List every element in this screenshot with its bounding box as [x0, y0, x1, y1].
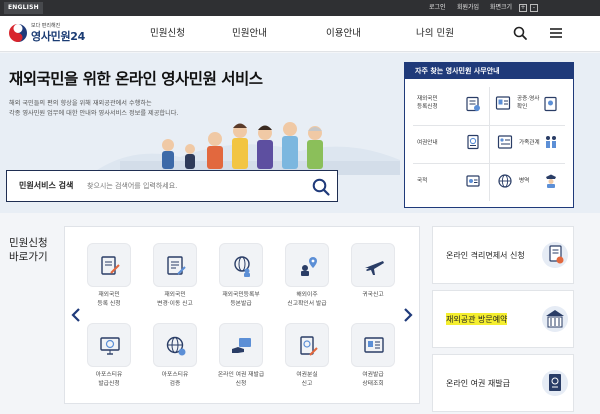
section-title-line: 민원신청	[9, 237, 48, 249]
family-illustration	[90, 122, 400, 175]
map-pin-person-icon	[301, 257, 317, 276]
quick-item-label: 여권안내	[417, 140, 438, 146]
divider	[489, 87, 490, 201]
shortcut-section-title: 민원신청 바로가기	[9, 236, 48, 264]
quick-item-nationality[interactable]: 국적	[417, 177, 427, 185]
search-submit-icon[interactable]	[311, 177, 331, 197]
search-label: 민원서비스 검색	[19, 181, 74, 190]
globe-check-icon	[166, 336, 186, 356]
signup-link[interactable]: 회원가입	[457, 0, 479, 16]
zoom-out-button[interactable]: -	[530, 4, 538, 12]
shortcut-label: 온라인 여권 재발급 신청	[217, 372, 265, 387]
divider	[413, 163, 565, 164]
shortcut-register-copy[interactable]	[219, 243, 263, 287]
nav-guide[interactable]: 민원안내	[232, 16, 267, 52]
chevron-right-icon[interactable]	[403, 307, 413, 323]
nav-usage[interactable]: 이용안내	[326, 16, 361, 52]
nationality-icon	[466, 175, 480, 187]
family-people-icon	[546, 136, 556, 148]
quick-item-label: 국적	[417, 178, 428, 184]
frequent-services-title: 자주 찾는 영사민원 사무안내	[405, 63, 573, 79]
chevron-left-icon[interactable]	[71, 307, 81, 323]
site-header: 보다 편리해진 영사민원24 민원신청 민원안내 이용안내 나의 민원	[0, 16, 600, 52]
shortcut-label: 재외국민등록부 등본발급	[222, 292, 260, 307]
english-button[interactable]: ENGLISH	[4, 2, 43, 14]
shortcut-apostille-issue[interactable]	[87, 323, 131, 367]
nav-apply[interactable]: 민원신청	[150, 16, 185, 52]
shortcut-registration[interactable]	[87, 243, 131, 287]
login-link[interactable]: 로그인	[429, 0, 446, 16]
shortcut-label: 아포스티유 발급신청	[95, 372, 123, 387]
globe-person-icon	[234, 256, 250, 277]
family-icon	[497, 135, 513, 149]
shortcut-return-report[interactable]	[351, 243, 395, 287]
military-icon	[546, 174, 556, 188]
nav-my[interactable]: 나의 민원	[416, 16, 454, 52]
search-icon[interactable]	[512, 25, 528, 41]
divider	[413, 125, 565, 126]
shortcut-label: 재외국민 변경·이동 신고	[157, 292, 193, 307]
shortcut-label: 귀국신고	[362, 292, 384, 298]
shortcut-label: 여권발급 상태조회	[362, 372, 384, 387]
quick-item-registration[interactable]: 재외국민 등록신청	[417, 95, 438, 111]
zoom-in-button[interactable]: +	[519, 4, 527, 12]
document-edit-icon	[167, 256, 186, 275]
shortcut-passport-reissue[interactable]	[219, 323, 263, 367]
shortcut-label: 아포스티유 검증	[161, 372, 189, 387]
card-label: 온라인 여권 재발급	[446, 379, 510, 388]
hand-card-icon	[232, 338, 251, 353]
shortcut-apostille-verify[interactable]	[153, 323, 197, 367]
passport-lost-icon	[300, 336, 318, 356]
quick-item-label: 등록신청	[417, 104, 438, 110]
shortcut-passport-lost[interactable]	[285, 323, 329, 367]
frequent-services-panel: 자주 찾는 영사민원 사무안내 재외국민 등록신청 공증·영사 확인 여권안내	[404, 62, 574, 208]
shortcut-carousel: 재외국민 등록 신청 재외국민 변경·이동 신고 재외국민등록부 등본발급 해외이주 신…	[64, 226, 420, 404]
monitor-globe-icon	[100, 337, 120, 355]
card-passport-reissue[interactable]: 온라인 여권 재발급	[432, 354, 574, 412]
card-label: 온라인 격리면제서 신청	[446, 251, 525, 260]
notary-icon	[495, 96, 511, 110]
passport-icon	[467, 134, 479, 150]
quarantine-doc-icon	[542, 242, 568, 268]
service-search-box: 민원서비스 검색	[6, 170, 338, 202]
hero-description-line1: 해외 국민들의 편의 향상을 위해 재외공관에서 수행하는	[9, 100, 152, 107]
registration-icon	[466, 96, 480, 112]
embassy-icon	[542, 306, 568, 332]
quick-item-military[interactable]: 병역	[519, 177, 529, 185]
document-pen-icon	[101, 256, 120, 275]
quick-item-label: 병역	[519, 178, 530, 184]
card-quarantine-exemption[interactable]: 온라인 격리면제서 신청	[432, 226, 574, 284]
quick-item-label: 재외국민	[417, 96, 438, 102]
shortcut-label: 해외이주 신고확인서 발급	[287, 292, 327, 307]
taegeuk-logo-icon	[9, 24, 27, 42]
shortcut-emigration[interactable]	[285, 243, 329, 287]
menu-icon[interactable]	[548, 25, 564, 41]
utility-bar: ENGLISH 로그인 회원가입 화면크기 + -	[0, 0, 600, 16]
airplane-icon	[365, 261, 384, 275]
quick-item-label: 가족관계	[519, 140, 540, 146]
shortcut-passport-status[interactable]	[351, 323, 395, 367]
quick-item-family[interactable]: 가족관계	[519, 139, 540, 147]
notary-stamp-icon	[544, 96, 557, 112]
search-input[interactable]	[87, 176, 297, 196]
shortcut-label: 재외국민 등록 신청	[97, 292, 121, 307]
passport-reissue-icon	[542, 370, 568, 396]
globe-icon	[498, 174, 512, 188]
section-title-line: 바로가기	[9, 251, 48, 263]
shortcut-label: 여권분실 신고	[296, 372, 318, 387]
quick-item-passport[interactable]: 여권안내	[417, 139, 438, 147]
hero-title: 재외국민을 위한 온라인 영사민원 서비스	[9, 70, 263, 88]
passport-status-icon	[364, 337, 384, 353]
card-label: 재외공관 방문예약	[446, 291, 508, 349]
shortcut-change-report[interactable]	[153, 243, 197, 287]
card-embassy-visit[interactable]: 재외공관 방문예약	[432, 290, 574, 349]
site-logo[interactable]: 영사민원24	[31, 28, 85, 44]
zoom-label: 화면크기	[490, 4, 513, 11]
